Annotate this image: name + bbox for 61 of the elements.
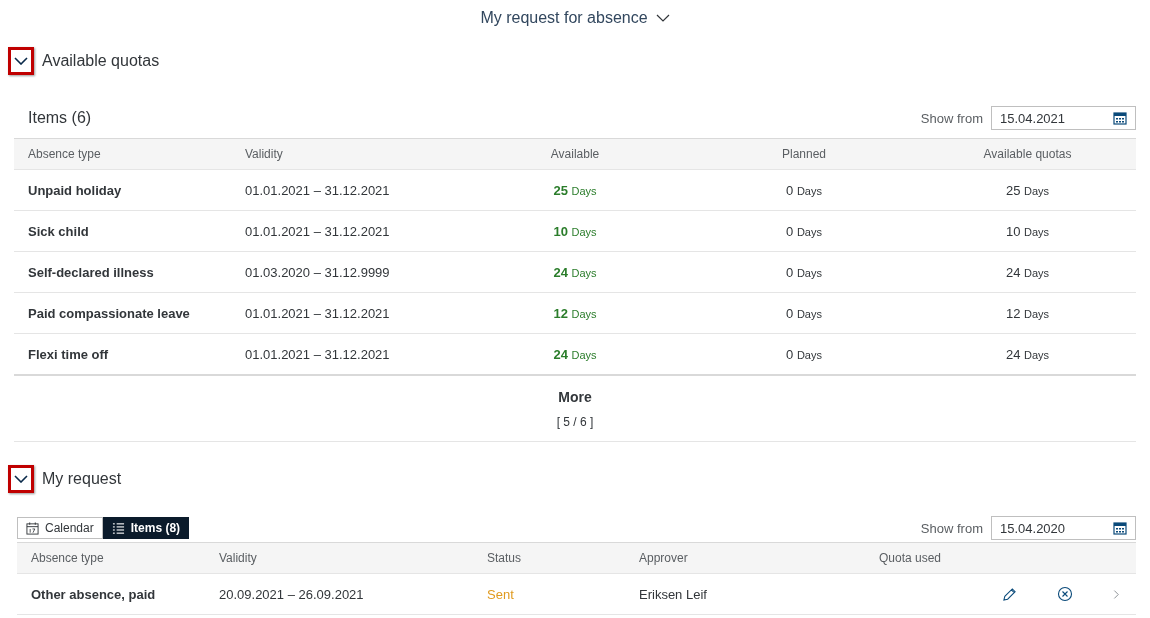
table-cell-text: 01.01.2021 – 31.12.2021 (244, 182, 391, 198)
table-cell-text: 0 Days (785, 346, 823, 362)
column-header: Validity (218, 551, 258, 565)
table-cell-text: Paid compassionate leave (27, 305, 191, 321)
table-cell-text: 20.09.2021 – 26.09.2021 (218, 586, 365, 602)
column-header: Planned (780, 147, 827, 161)
section-title: Available quotas (42, 52, 160, 70)
table-cell-text: 25 Days (552, 182, 598, 198)
table-cell-text: 0 Days (785, 305, 823, 321)
caret-icon (655, 14, 670, 22)
table-cell-text: 12 Days (1004, 305, 1051, 321)
date-field[interactable]: 15.04.2021 (991, 106, 1136, 130)
table-cell-text: 24 Days (1004, 264, 1051, 280)
edit-icon[interactable] (1002, 586, 1017, 602)
page-title-menu[interactable]: My request for absence (480, 9, 670, 27)
column-header: Approver (638, 551, 689, 565)
table-cell-text: 10 Days (1004, 223, 1051, 239)
more-button[interactable]: More [ 5 / 6 ] (14, 376, 1136, 442)
chevron-down-icon (14, 475, 28, 483)
column-header: Validity (244, 147, 284, 161)
table-cell-text: 24 Days (1004, 346, 1051, 362)
calendar-icon[interactable] (1113, 521, 1127, 535)
calendar-icon (26, 521, 39, 535)
column-header: Quota used (878, 551, 943, 565)
table-cell-text: Flexi time off (27, 346, 110, 362)
table-cell-text: 10 Days (552, 223, 598, 239)
column-header: Absence type (30, 551, 105, 565)
table-cell-text: Self-declared illness (27, 264, 155, 280)
chevron-down-icon (14, 57, 28, 65)
view-toggle-button[interactable]: Calendar (17, 517, 103, 539)
table-cell-text: 12 Days (552, 305, 598, 321)
show-from-label: Show from (920, 110, 983, 126)
cancel-icon[interactable] (1057, 586, 1073, 602)
section-title: My request (42, 470, 122, 488)
table-cell-text: Other absence, paid (30, 586, 157, 602)
table-cell-text: 25 Days (1004, 182, 1051, 198)
table-cell-text: 24 Days (552, 346, 598, 362)
calendar-icon[interactable] (1113, 111, 1127, 125)
column-header: Status (486, 551, 523, 565)
table-cell-text: 0 Days (785, 223, 823, 239)
date-field[interactable]: 15.04.2020 (991, 516, 1136, 540)
column-header: Absence type (27, 147, 102, 161)
table-cell-text: 0 Days (785, 182, 823, 198)
table-cell-text: 24 Days (552, 264, 598, 280)
status-text: Sent (486, 586, 515, 602)
column-header: Available quotas (982, 147, 1073, 161)
table-cell-text: 0 Days (785, 264, 823, 280)
column-header: Available (549, 147, 601, 161)
table-cell-text: Sick child (27, 223, 90, 239)
table-cell-text: 01.03.2020 – 31.12.9999 (244, 264, 391, 280)
view-toggle-button[interactable]: Items (8) (102, 517, 190, 539)
table-cell-text: Unpaid holiday (27, 182, 123, 198)
show-from-label: Show from (920, 520, 983, 536)
collapse-toggle[interactable] (8, 47, 34, 75)
table-cell-text: 01.01.2021 – 31.12.2021 (244, 305, 391, 321)
table-cell-text: 01.01.2021 – 31.12.2021 (244, 223, 391, 239)
table-cell-text: Eriksen Leif (638, 586, 708, 602)
table-title: Items (6) (28, 109, 92, 127)
table-cell-text: 01.01.2021 – 31.12.2021 (244, 346, 391, 362)
collapse-toggle[interactable] (8, 465, 34, 493)
list-icon (111, 521, 125, 535)
